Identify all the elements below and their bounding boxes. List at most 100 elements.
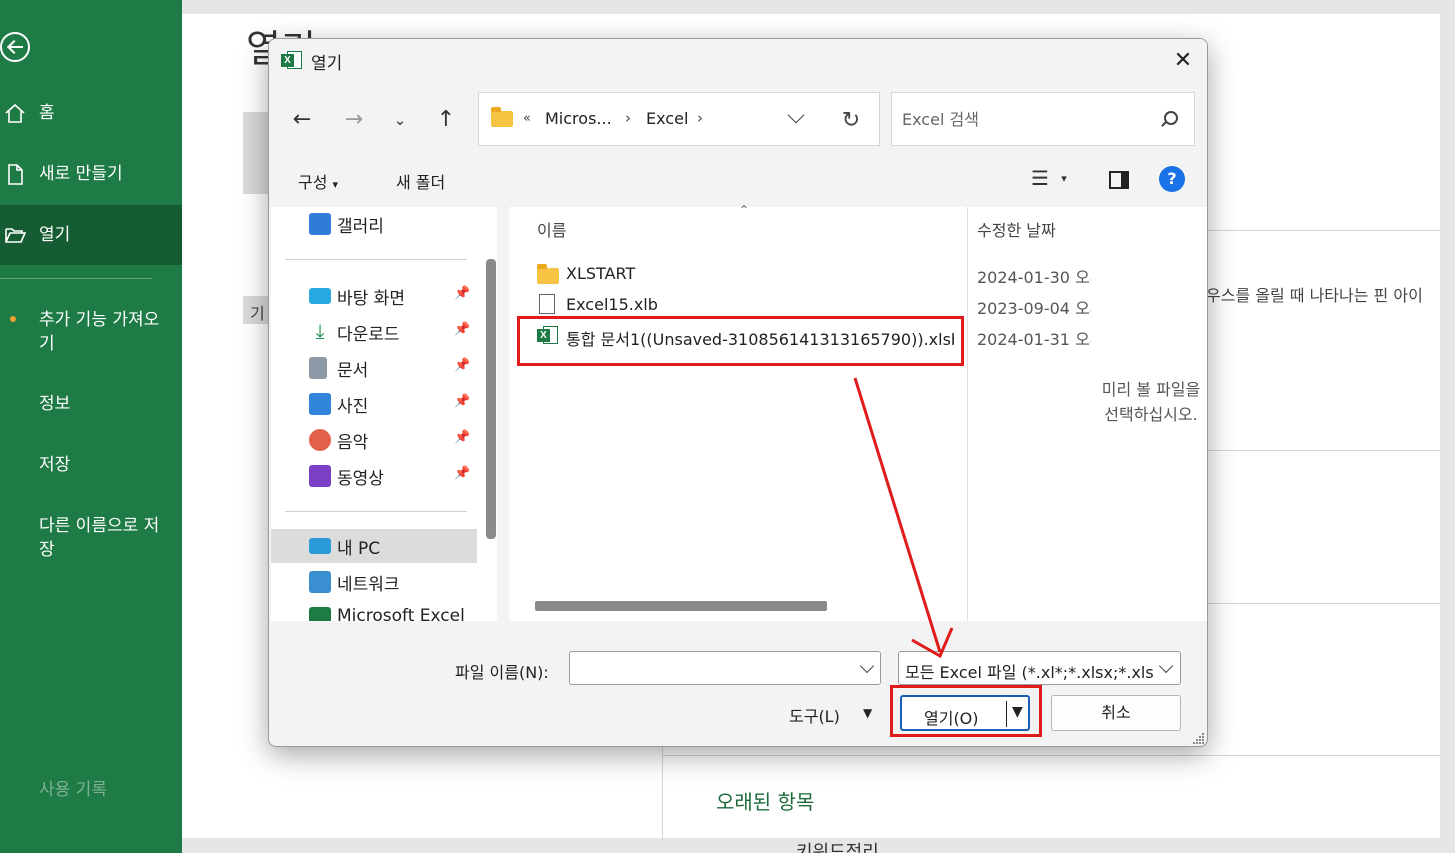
nav-documents[interactable]: 문서 📌	[271, 351, 477, 385]
backstage-nav: 홈 새로 만들기 열기 추가 기능 가져오기 정보 저장 다른 이름으로 저장 …	[0, 0, 182, 853]
preview-message: 미리 볼 파일을 선택하십시오.	[1101, 380, 1201, 424]
organize-menu[interactable]: 구성 ▾	[298, 169, 338, 193]
breadcrumb-overflow[interactable]: «	[523, 111, 531, 126]
folder-icon	[491, 107, 513, 127]
file-icon	[539, 294, 555, 314]
back-arrow-icon[interactable]	[0, 32, 30, 62]
excel-icon: X	[281, 50, 303, 70]
view-options-button[interactable]: ☰ ▾	[1031, 167, 1075, 191]
nav-desktop[interactable]: 바탕 화면 📌	[271, 279, 477, 313]
pin-icon[interactable]: 📌	[454, 466, 470, 481]
resize-grip-icon[interactable]	[1193, 733, 1205, 745]
navigation-pane: 갤러리 바탕 화면 📌 ⤓ 다운로드 📌 문서 📌 사진 📌 음악 📌 동영상 …	[271, 207, 497, 621]
breadcrumb-chevron-icon[interactable]: ›	[625, 109, 631, 127]
filename-combobox[interactable]	[569, 651, 881, 685]
folder-icon	[537, 264, 559, 284]
pin-icon[interactable]: 📌	[454, 286, 470, 301]
address-bar[interactable]: « Micros... › Excel ›	[478, 92, 880, 146]
excel-icon	[309, 607, 331, 621]
horizontal-scrollbar[interactable]	[535, 601, 827, 611]
pictures-icon	[309, 393, 331, 415]
nav-open[interactable]: 열기	[0, 205, 182, 265]
computer-icon	[309, 538, 331, 554]
filetype-select[interactable]: 모든 Excel 파일 (*.xl*;*.xlsx;*.xlsm;*.xlsb)	[898, 651, 1181, 685]
address-dropdown-chevron-icon[interactable]	[787, 106, 805, 124]
file-row[interactable]: XLSTART 2024-01-30 오후	[509, 259, 1095, 289]
pin-tip-text: 우스를 올릴 때 나타나는 핀 아이	[1206, 286, 1423, 305]
pin-icon[interactable]: 📌	[454, 358, 470, 373]
breadcrumb-chevron-icon[interactable]: ›	[697, 109, 703, 127]
nav-gallery[interactable]: 갤러리	[271, 207, 477, 241]
nav-this-pc[interactable]: 내 PC	[271, 529, 477, 563]
refresh-icon[interactable]: ↻	[837, 107, 865, 135]
home-icon	[5, 103, 25, 123]
divider	[662, 755, 1440, 756]
list-view-icon: ☰	[1031, 166, 1049, 190]
nav-music[interactable]: 음악 📌	[271, 423, 477, 457]
divider	[1208, 450, 1440, 451]
nav-downloads[interactable]: ⤓ 다운로드 📌	[271, 315, 477, 349]
close-button[interactable]: ✕	[1163, 47, 1203, 75]
organize-label: 구성	[298, 173, 328, 192]
nav-save-as[interactable]: 다른 이름으로 저장	[39, 514, 169, 562]
cancel-button[interactable]: 취소	[1051, 695, 1181, 731]
breadcrumb-item[interactable]: Micros...	[545, 109, 612, 128]
nav-videos[interactable]: 동영상 📌	[271, 459, 477, 493]
breadcrumb-item[interactable]: Excel	[646, 109, 688, 128]
chevron-down-icon[interactable]	[859, 658, 875, 674]
pin-icon[interactable]: 📌	[454, 394, 470, 409]
music-icon	[309, 429, 331, 451]
sort-caret-icon: ⌃	[739, 203, 750, 217]
pin-icon[interactable]: 📌	[454, 322, 470, 337]
column-header-name[interactable]: 이름	[537, 217, 566, 241]
search-box[interactable]	[891, 92, 1195, 146]
section-label: 기	[250, 304, 265, 323]
column-header-modified[interactable]: 수정한 날짜	[977, 217, 1056, 241]
divider	[1208, 230, 1440, 231]
annotation-box-file	[517, 316, 964, 366]
dialog-title: 열기	[311, 54, 343, 74]
nav-network[interactable]: 네트워크	[271, 565, 477, 599]
caret-down-icon: ▾	[332, 178, 339, 191]
dialog-titlebar: X 열기 ✕	[269, 39, 1207, 81]
annotation-box-open	[890, 685, 1042, 737]
nav-history[interactable]: 사용 기록	[39, 778, 169, 802]
nav-scrollbar[interactable]	[486, 259, 496, 539]
older-items-heading: 오래된 항목	[716, 790, 815, 814]
nav-separator	[285, 511, 467, 512]
network-icon	[309, 571, 331, 593]
forward-arrow-icon[interactable]: →	[339, 105, 369, 135]
document-icon	[309, 357, 327, 379]
caret-down-icon: ▾	[1061, 172, 1067, 185]
pin-icon[interactable]: 📌	[454, 430, 470, 445]
back-arrow-icon[interactable]: ←	[287, 105, 317, 135]
new-document-icon	[8, 164, 23, 185]
nav-save[interactable]: 저장	[39, 453, 169, 477]
videos-icon	[309, 465, 331, 487]
file-list: 이름 ⌃ 수정한 날짜 XLSTART 2024-01-30 오후 Excel1…	[509, 203, 1095, 621]
chevron-down-icon[interactable]	[1158, 658, 1174, 674]
filename-input[interactable]	[576, 658, 846, 678]
nav-pictures[interactable]: 사진 📌	[271, 387, 477, 421]
recent-file-item[interactable]: 키워드정리...	[796, 838, 896, 853]
search-input[interactable]	[902, 107, 1152, 131]
desktop-icon	[309, 288, 331, 304]
preview-pane-icon[interactable]	[1109, 171, 1129, 189]
new-folder-button[interactable]: 새 폴더	[396, 169, 445, 193]
nav-microsoft-excel[interactable]: Microsoft Excel	[271, 601, 477, 621]
nav-addins[interactable]: 추가 기능 가져오기	[39, 308, 169, 356]
open-folder-icon	[5, 228, 26, 243]
nav-separator	[0, 278, 152, 279]
tools-menu[interactable]: 도구(L)	[789, 703, 840, 727]
download-icon: ⤓	[315, 319, 325, 343]
gallery-icon	[309, 213, 331, 235]
search-icon[interactable]	[1164, 111, 1178, 125]
nav-separator	[285, 259, 467, 260]
up-arrow-icon[interactable]: ↑	[431, 105, 461, 135]
nav-info[interactable]: 정보	[39, 392, 169, 416]
preview-pane: 미리 볼 파일을 선택하십시오.	[1095, 207, 1207, 621]
caret-down-icon[interactable]: ▼	[863, 706, 872, 720]
help-icon[interactable]: ?	[1159, 166, 1185, 192]
recent-locations-chevron-icon[interactable]: ⌄	[385, 105, 415, 135]
filename-label: 파일 이름(N):	[455, 663, 549, 682]
